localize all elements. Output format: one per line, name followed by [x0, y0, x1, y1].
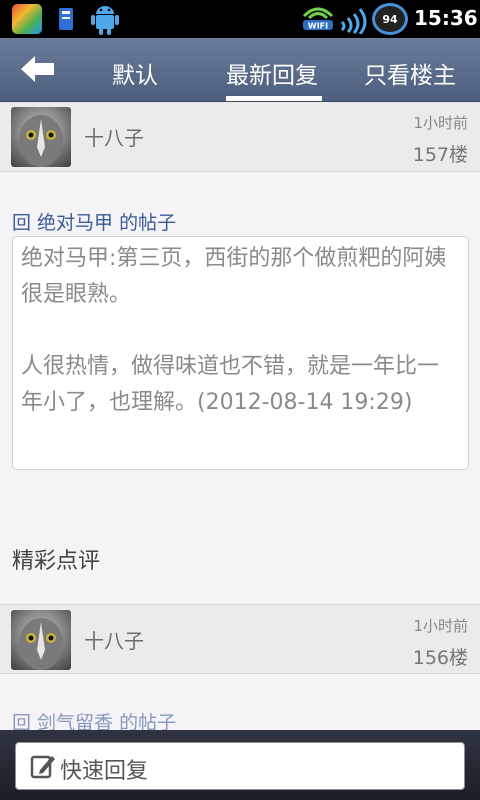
reply-to-link[interactable]: 回 绝对马甲 的帖子 [12, 208, 176, 235]
status-bar: WIFI 94 15:36 [0, 0, 480, 38]
username[interactable]: 十八子 [84, 625, 144, 654]
username[interactable]: 十八子 [84, 122, 144, 151]
quote-text: 绝对马甲:第三页，西街的那个做煎粑的阿姨很是眼熟。 人很热情，做得味道也不错，就… [21, 246, 447, 415]
floor-number: 157楼 [412, 144, 468, 166]
post-time: 1小时前 [413, 617, 468, 635]
section-title-highlight-comments: 精彩点评 [12, 549, 101, 574]
tab-default[interactable]: 默认 [112, 56, 158, 90]
bottom-bar: 快速回复 [0, 730, 480, 800]
wifi-label: WIFI [308, 22, 328, 31]
edit-icon [30, 755, 55, 779]
post-time: 1小时前 [413, 114, 468, 132]
quick-reply-button[interactable]: 快速回复 [15, 742, 465, 790]
post-header: 十八子 1小时前 157楼 [0, 102, 480, 172]
floor-number: 156楼 [412, 647, 468, 669]
top-nav-bar: 默认 最新回复 只看楼主 [0, 38, 480, 102]
avatar[interactable] [11, 107, 71, 167]
quote-box: 绝对马甲:第三页，西街的那个做煎粑的阿姨很是眼熟。 人很热情，做得味道也不错，就… [12, 236, 469, 470]
active-tab-indicator [226, 96, 322, 101]
post-header: 十八子 1小时前 156楼 [0, 604, 480, 674]
android-debug-icon [91, 6, 119, 35]
tab-owner-only[interactable]: 只看楼主 [364, 56, 456, 90]
usb-icon [59, 8, 73, 30]
quick-reply-label: 快速回复 [60, 759, 149, 784]
app-notification-icon [12, 4, 42, 34]
wifi-icon: WIFI [302, 7, 334, 31]
tab-latest-replies[interactable]: 最新回复 [226, 56, 318, 90]
clock: 15:36 [414, 6, 478, 30]
signal-strength-icon [340, 8, 367, 34]
battery-icon: 94 [372, 3, 408, 35]
avatar[interactable] [11, 610, 71, 670]
back-arrow-icon[interactable] [18, 52, 58, 86]
